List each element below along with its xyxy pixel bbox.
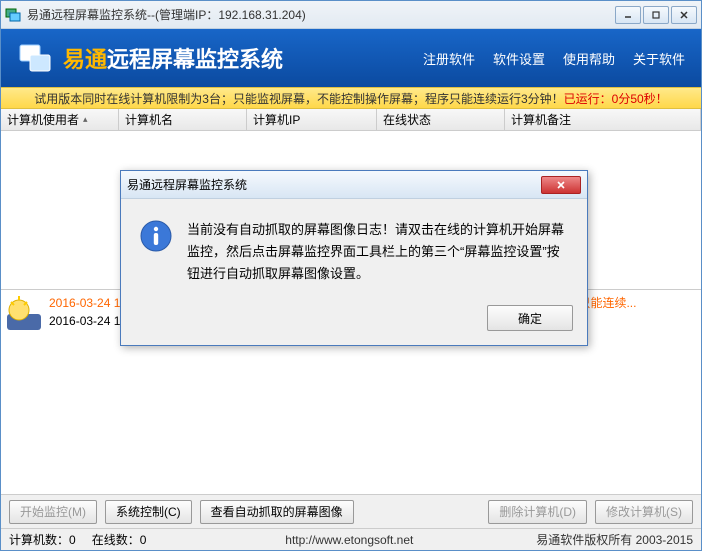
status-copyright: 易通软件版权所有 2003-2015 [536,531,693,548]
maximize-button[interactable] [643,6,669,24]
nav-register[interactable]: 注册软件 [423,49,475,68]
start-monitor-button[interactable]: 开始监控(M) [9,500,97,524]
col-ip[interactable]: 计算机IP [247,109,377,130]
close-icon [556,180,566,190]
app-icon [5,7,21,23]
nav-about[interactable]: 关于软件 [633,49,685,68]
spacer [1,337,701,495]
system-control-button[interactable]: 系统控制(C) [105,500,192,524]
col-status[interactable]: 在线状态 [377,109,505,130]
logo-icon [17,40,53,76]
trial-banner: 试用版本同时在线计算机限制为3台；只能监视屏幕，不能控制操作屏幕；程序只能连续运… [1,87,701,109]
col-name[interactable]: 计算机名 [119,109,247,130]
close-button[interactable] [671,6,697,24]
header-bar: 易通远程屏幕监控系统 注册软件 软件设置 使用帮助 关于软件 [1,29,701,87]
dialog-ok-button[interactable]: 确定 [487,305,573,331]
status-count: 计算机数：0 [9,531,76,548]
col-user[interactable]: 计算机使用者▴ [1,109,119,130]
button-bar: 开始监控(M) 系统控制(C) 查看自动抓取的屏幕图像 删除计算机(D) 修改计… [1,494,701,528]
info-icon [139,219,173,253]
view-capture-button[interactable]: 查看自动抓取的屏幕图像 [200,500,354,524]
window-title: 易通远程屏幕监控系统--(管理端IP：192.168.31.204) [27,6,615,23]
status-url[interactable]: http://www.etongsoft.net [162,533,536,547]
header-title: 易通远程屏幕监控系统 [63,42,283,74]
status-online: 在线数：0 [92,531,147,548]
delete-computer-button[interactable]: 删除计算机(D) [488,500,587,524]
dialog-close-button[interactable] [541,176,581,194]
col-remark[interactable]: 计算机备注 [505,109,701,130]
minimize-button[interactable] [615,6,641,24]
dialog-titlebar[interactable]: 易通远程屏幕监控系统 [121,171,587,199]
status-bar: 计算机数：0 在线数：0 http://www.etongsoft.net 易通… [1,528,701,550]
dialog-title: 易通远程屏幕监控系统 [127,176,541,193]
nav-help[interactable]: 使用帮助 [563,49,615,68]
lightbulb-icon [5,294,43,332]
info-dialog: 易通远程屏幕监控系统 当前没有自动抓取的屏幕图像日志！请双击在线的计算机开始屏幕… [120,170,588,346]
header-nav: 注册软件 软件设置 使用帮助 关于软件 [423,49,685,68]
modify-computer-button[interactable]: 修改计算机(S) [595,500,693,524]
table-header: 计算机使用者▴ 计算机名 计算机IP 在线状态 计算机备注 [1,109,701,131]
sort-asc-icon: ▴ [83,114,88,125]
nav-settings[interactable]: 软件设置 [493,49,545,68]
titlebar[interactable]: 易通远程屏幕监控系统--(管理端IP：192.168.31.204) [1,1,701,29]
dialog-message: 当前没有自动抓取的屏幕图像日志！请双击在线的计算机开始屏幕监控，然后点击屏幕监控… [187,219,569,285]
